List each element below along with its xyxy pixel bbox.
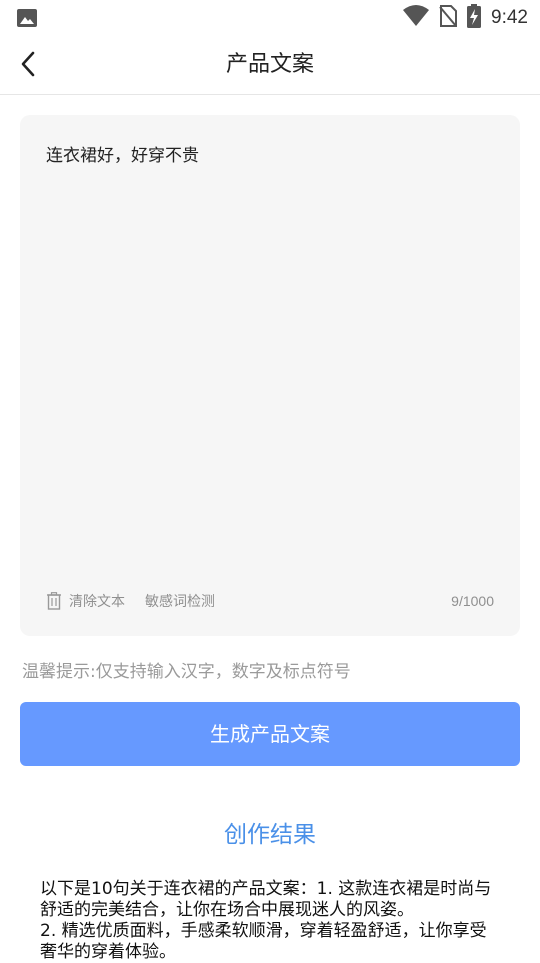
trash-icon — [47, 592, 61, 610]
clear-text-label: 清除文本 — [69, 594, 125, 610]
sensitive-check-label: 敏感词检测 — [145, 594, 215, 610]
clear-text-button[interactable]: 清除文本 — [46, 591, 125, 611]
app-header: 产品文案 — [0, 36, 540, 95]
editor-toolbar: 清除文本 敏感词检测 — [46, 591, 215, 611]
page-title: 产品文案 — [225, 52, 314, 77]
status-bar: 9:42 — [0, 0, 540, 36]
no-sim-icon — [439, 5, 458, 31]
gallery-notification-icon — [16, 8, 38, 32]
sensitive-check-button[interactable]: 敏感词检测 — [145, 591, 215, 611]
result-line: 2. 精选优质面料，手感柔软顺滑，穿着轻盈舒适，让你享受奢华的穿着体验。 — [40, 921, 487, 962]
status-time: 9:42 — [491, 7, 528, 28]
result-title: 创作结果 — [224, 822, 316, 848]
wifi-icon — [403, 5, 430, 31]
char-counter: 9/1000 — [451, 593, 494, 609]
generate-button[interactable]: 生成产品文案 — [20, 702, 520, 766]
editor-text[interactable]: 连衣裙好，好穿不贵 — [46, 141, 199, 166]
result-line: 以下是10句关于连衣裙的产品文案：1. 这款连衣裙是时尚与舒适的完美结合，让你在… — [40, 879, 492, 920]
input-tip: 温馨提示:仅支持输入汉字，数字及标点符号 — [22, 662, 351, 682]
result-text: 以下是10句关于连衣裙的产品文案：1. 这款连衣裙是时尚与舒适的完美结合，让你在… — [40, 879, 500, 963]
battery-charging-icon — [467, 4, 482, 32]
text-editor[interactable]: 连衣裙好，好穿不贵 清除文本 敏感词检测 9/1000 — [20, 115, 520, 636]
